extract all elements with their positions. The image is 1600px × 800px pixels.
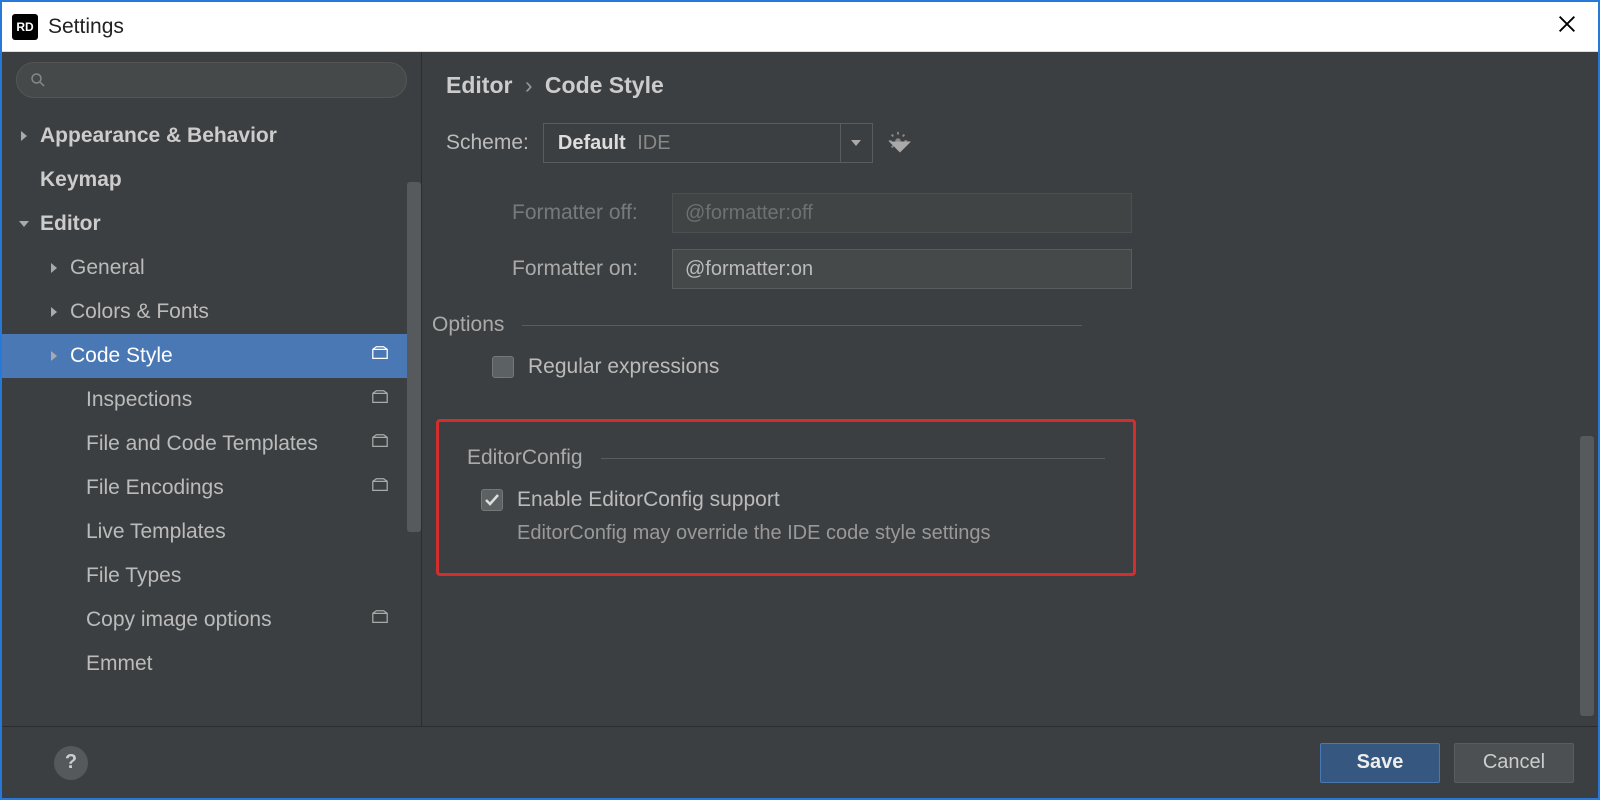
tree-item-label: Live Templates [86,520,407,544]
settings-tree: Appearance & Behavior Keymap Editor General… [2,108,421,726]
tree-item-general[interactable]: General [2,246,421,290]
tree-item-code-style[interactable]: Code Style [2,334,421,378]
tree-item-label: Copy image options [86,608,371,632]
tree-item-label: File and Code Templates [86,432,371,456]
settings-sidebar: Appearance & Behavior Keymap Editor General… [2,52,422,726]
window-title: Settings [48,15,124,39]
tree-item-editor[interactable]: Editor [2,202,421,246]
breadcrumb: Editor › Code Style [422,52,1598,109]
tree-item-inspections[interactable]: Inspections [2,378,421,422]
tree-item-label: Appearance & Behavior [40,124,407,148]
cancel-button[interactable]: Cancel [1454,743,1574,783]
regex-checkbox[interactable] [492,356,514,378]
project-badge-icon [371,608,389,632]
settings-content: Editor › Code Style Scheme: Default IDE [422,52,1598,726]
breadcrumb-part: Editor [446,72,512,98]
tree-item-colors-fonts[interactable]: Colors & Fonts [2,290,421,334]
tree-item-file-and-code-templates[interactable]: File and Code Templates [2,422,421,466]
scrollbar-thumb[interactable] [1580,436,1594,716]
tree-item-label: Emmet [86,652,407,676]
tree-arrow-icon [16,131,32,141]
tree-arrow-icon [16,219,32,229]
tree-item-label: Editor [40,212,407,236]
tree-item-label: Keymap [40,168,407,192]
save-button[interactable]: Save [1320,743,1440,783]
tree-item-label: Code Style [70,344,371,368]
tree-item-copy-image-options[interactable]: Copy image options [2,598,421,642]
formatter-off-label: Formatter off: [512,201,672,225]
search-icon [29,71,47,89]
dialog-footer: ? Save Cancel [2,726,1598,798]
divider [522,325,1082,326]
project-badge-icon [371,432,389,456]
project-badge-icon [371,344,389,368]
tree-item-emmet[interactable]: Emmet [2,642,421,686]
tree-item-label: General [70,256,407,280]
formatter-on-input[interactable] [672,249,1132,289]
formatter-off-input[interactable] [672,193,1132,233]
titlebar: RD Settings [2,2,1598,52]
tree-item-label: Colors & Fonts [70,300,407,324]
scheme-label: Scheme: [446,131,529,155]
close-button[interactable] [1546,11,1588,42]
scheme-suffix: IDE [637,132,670,154]
editorconfig-label: Enable EditorConfig support [517,488,780,512]
formatter-on-label: Formatter on: [512,257,672,281]
tree-item-keymap[interactable]: Keymap [2,158,421,202]
tree-item-label: Inspections [86,388,371,412]
editorconfig-highlight: EditorConfig Enable EditorConfig support… [436,419,1136,576]
tree-item-label: File Types [86,564,407,588]
divider [601,458,1105,459]
tree-item-file-types[interactable]: File Types [2,554,421,598]
tree-item-label: File Encodings [86,476,371,500]
tree-arrow-icon [46,263,62,273]
app-logo: RD [12,14,38,40]
search-input[interactable] [16,62,407,98]
help-button[interactable]: ? [54,746,88,780]
editorconfig-checkbox[interactable] [481,489,503,511]
project-badge-icon [371,388,389,412]
tree-item-live-templates[interactable]: Live Templates [2,510,421,554]
breadcrumb-separator: › [525,72,533,98]
project-badge-icon [371,476,389,500]
tree-arrow-icon [46,351,62,361]
scheme-value: Default [558,132,626,154]
editorconfig-header: EditorConfig [467,446,583,470]
breadcrumb-part: Code Style [545,72,664,98]
scheme-actions-button[interactable] [887,130,909,157]
checkmark-icon [484,492,500,508]
regex-label: Regular expressions [528,355,719,379]
tree-item-appearance-behavior[interactable]: Appearance & Behavior [2,114,421,158]
scheme-dropdown[interactable]: Default IDE [543,123,873,163]
editorconfig-note: EditorConfig may override the IDE code s… [517,522,1105,545]
scrollbar-thumb[interactable] [407,182,421,532]
tree-item-file-encodings[interactable]: File Encodings [2,466,421,510]
tree-arrow-icon [46,307,62,317]
chevron-down-icon [840,124,872,162]
options-header: Options [432,313,504,337]
